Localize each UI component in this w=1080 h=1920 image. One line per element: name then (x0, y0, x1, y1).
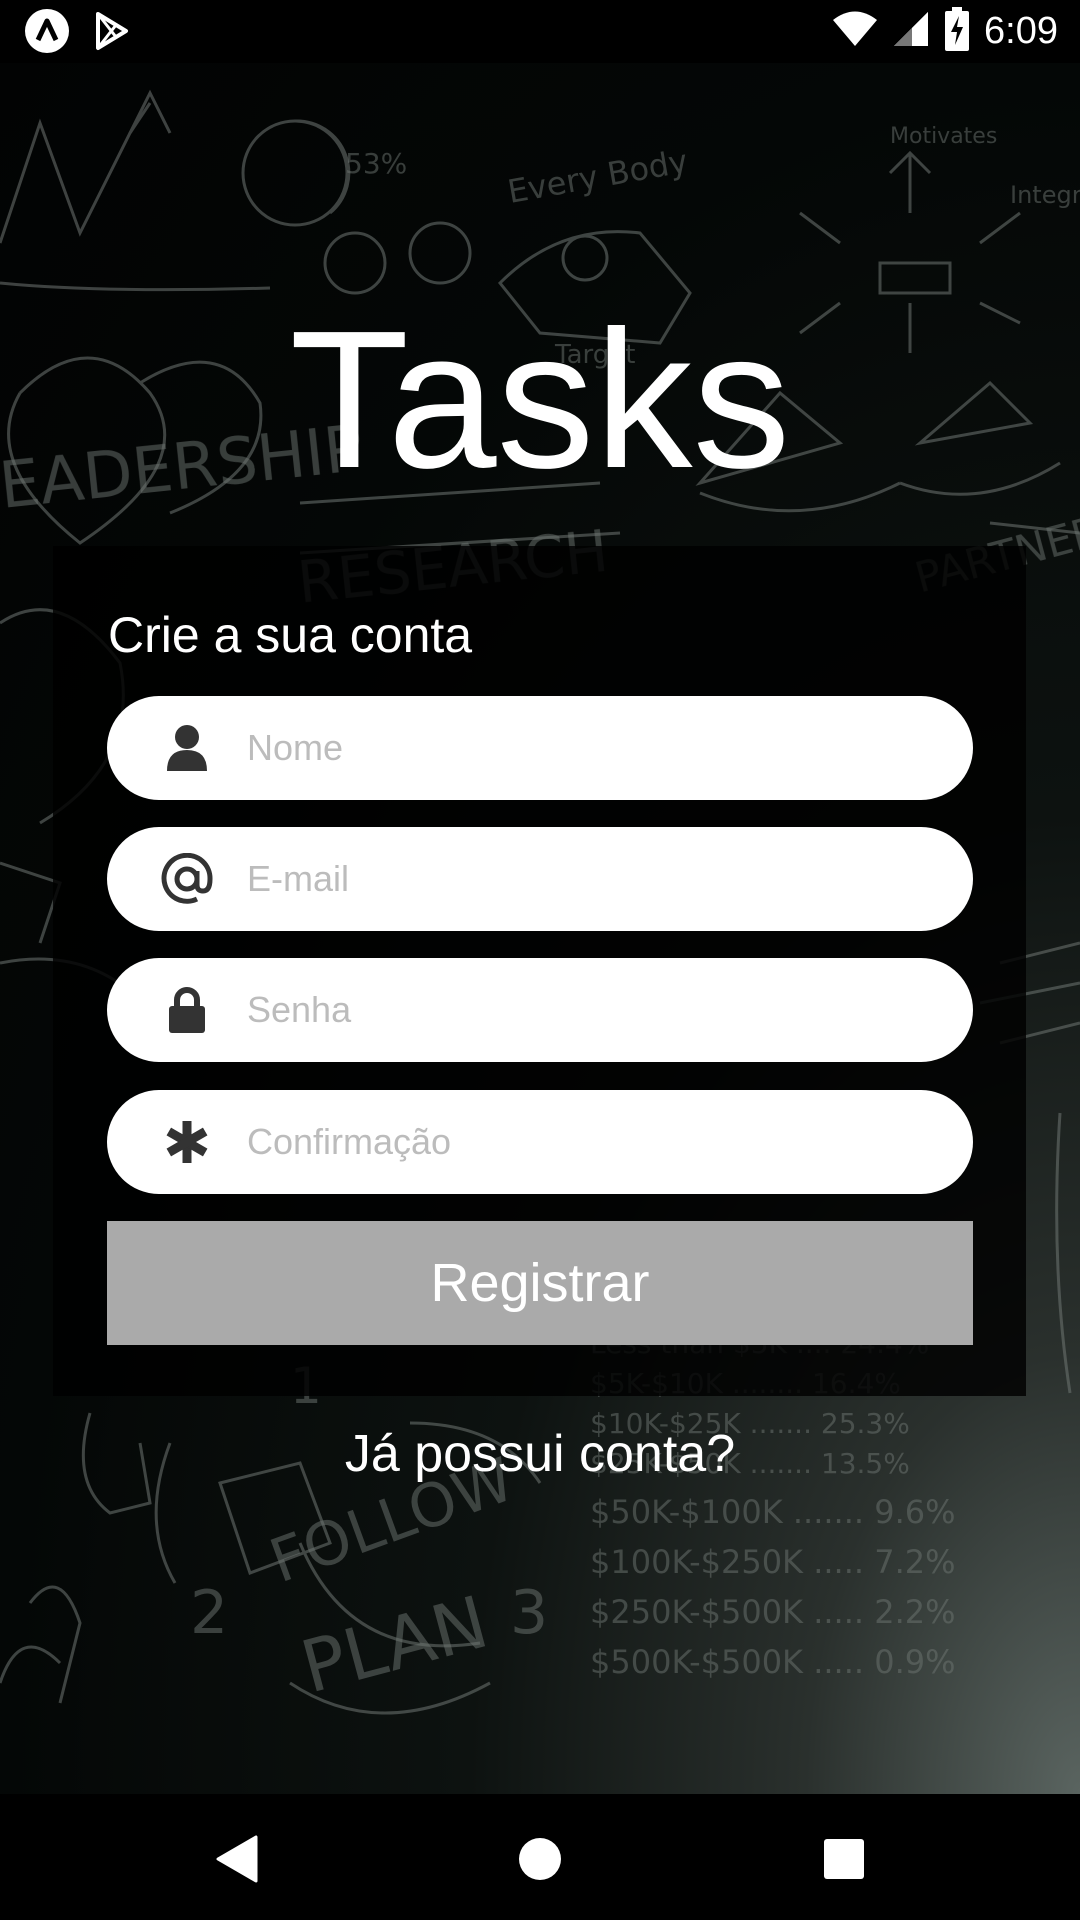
email-field[interactable] (107, 827, 973, 931)
svg-text:$100K-$250K ..... 7.2%: $100K-$250K ..... 7.2% (590, 1543, 956, 1581)
svg-text:2: 2 (190, 1578, 228, 1648)
user-icon (127, 696, 247, 800)
svg-text:Integrity: Integrity (1010, 181, 1080, 209)
battery-charging-icon (944, 7, 970, 56)
password-field[interactable] (107, 958, 973, 1062)
home-icon (519, 1838, 561, 1880)
svg-text:PLAN: PLAN (293, 1580, 497, 1710)
card-subtitle: Crie a sua conta (108, 607, 473, 663)
email-input[interactable] (247, 858, 927, 900)
wifi-icon (832, 11, 878, 52)
name-input[interactable] (247, 727, 927, 769)
lock-icon (127, 958, 247, 1062)
svg-text:Every Body: Every Body (505, 142, 691, 211)
svg-text:53%: 53% (345, 147, 407, 180)
login-link[interactable]: Já possui conta? (0, 1424, 1080, 1484)
svg-text:3: 3 (510, 1578, 548, 1648)
navigation-bar (0, 1794, 1080, 1920)
back-icon (216, 1835, 258, 1883)
svg-text:$250K-$500K ..... 2.2%: $250K-$500K ..... 2.2% (590, 1593, 956, 1631)
signal-icon (892, 10, 930, 53)
play-store-icon (92, 11, 132, 56)
register-button[interactable]: Registrar (107, 1221, 973, 1345)
home-button[interactable] (500, 1819, 580, 1899)
asterisk-icon (127, 1090, 247, 1194)
back-button[interactable] (196, 1819, 276, 1899)
recents-button[interactable] (804, 1819, 884, 1899)
svg-text:$500K-$500K ..... 0.9%: $500K-$500K ..... 0.9% (590, 1643, 956, 1681)
name-field[interactable] (107, 696, 973, 800)
screen: 6:09 EADERSHIP 53% Every Body Motivates … (0, 0, 1080, 1920)
notification-a-icon (24, 8, 70, 59)
status-bar: 6:09 (0, 0, 1080, 63)
register-card: Crie a sua conta Nome E-mail Registrar (53, 546, 1026, 1396)
confirm-password-input[interactable] (247, 1121, 927, 1163)
confirm-password-field[interactable] (107, 1090, 973, 1194)
svg-text:Motivates: Motivates (890, 124, 997, 149)
at-icon (127, 827, 247, 931)
svg-text:$50K-$100K ....... 9.6%: $50K-$100K ....... 9.6% (590, 1493, 956, 1531)
app-title: Tasks (289, 290, 791, 509)
recents-icon (824, 1839, 864, 1879)
password-input[interactable] (247, 989, 927, 1031)
status-clock: 6:09 (984, 10, 1058, 52)
